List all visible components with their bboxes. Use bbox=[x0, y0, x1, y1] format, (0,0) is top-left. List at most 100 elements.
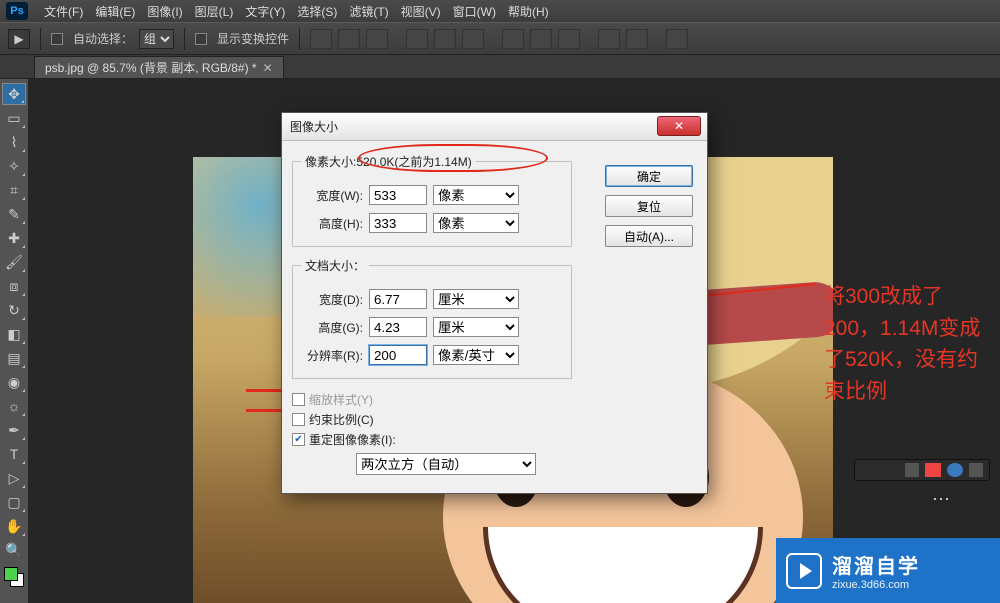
menu-select[interactable]: 选择(S) bbox=[291, 3, 343, 20]
close-tab-icon[interactable]: ✕ bbox=[263, 61, 273, 75]
gradient-tool[interactable]: ▤ bbox=[2, 347, 26, 369]
resample-checkbox[interactable] bbox=[292, 433, 305, 446]
width-px-unit[interactable]: 像素 bbox=[433, 185, 519, 205]
dock-icon[interactable] bbox=[905, 463, 919, 477]
width-doc-input[interactable] bbox=[369, 289, 427, 309]
menu-window[interactable]: 窗口(W) bbox=[447, 3, 502, 20]
ok-button[interactable]: 确定 bbox=[605, 165, 693, 187]
shape-tool[interactable]: ▢ bbox=[2, 491, 26, 513]
history-brush-tool[interactable]: ↻ bbox=[2, 299, 26, 321]
distribute-center-icon[interactable] bbox=[558, 29, 580, 49]
constrain-proportions-checkbox[interactable] bbox=[292, 413, 305, 426]
brush-tool[interactable]: 🖌 bbox=[2, 251, 26, 273]
menubar: Ps 文件(F) 编辑(E) 图像(I) 图层(L) 文字(Y) 选择(S) 滤… bbox=[0, 0, 1000, 22]
hand-tool[interactable]: ✋ bbox=[2, 515, 26, 537]
color-swatches[interactable] bbox=[4, 567, 24, 587]
pen-tool[interactable]: ✒ bbox=[2, 419, 26, 441]
ps-logo: Ps bbox=[6, 2, 28, 20]
align-right-icon[interactable] bbox=[366, 29, 388, 49]
dialog-buttons: 确定 复位 自动(A)... bbox=[605, 165, 693, 247]
align-center-h-icon[interactable] bbox=[338, 29, 360, 49]
height-doc-unit[interactable]: 厘米 bbox=[433, 317, 519, 337]
distribute-spacing-h-icon[interactable] bbox=[598, 29, 620, 49]
options-bar: ▶ 自动选择： 组 显示变换控件 bbox=[0, 22, 1000, 55]
width-px-label: 宽度(W): bbox=[301, 187, 363, 204]
auto-select-dropdown[interactable]: 组 bbox=[139, 29, 174, 49]
tab-title: psb.jpg @ 85.7% (背景 副本, RGB/8#) * bbox=[45, 59, 257, 76]
3d-mode-icon[interactable] bbox=[666, 29, 688, 49]
dock-icon-red[interactable] bbox=[925, 463, 941, 477]
dialog-titlebar[interactable]: 图像大小 ✕ bbox=[282, 113, 707, 141]
document-tabs: psb.jpg @ 85.7% (背景 副本, RGB/8#) * ✕ bbox=[0, 55, 1000, 79]
dock-icon-blue[interactable] bbox=[947, 463, 963, 477]
resolution-unit[interactable]: 像素/英寸 bbox=[433, 345, 519, 365]
height-px-input[interactable] bbox=[369, 213, 427, 233]
resolution-label: 分辨率(R): bbox=[301, 347, 363, 364]
menu-layer[interactable]: 图层(L) bbox=[189, 3, 240, 20]
arrow-icon: ▶ bbox=[14, 32, 23, 46]
width-doc-unit[interactable]: 厘米 bbox=[433, 289, 519, 309]
foreground-color-swatch[interactable] bbox=[4, 567, 18, 581]
stamp-tool[interactable]: ⧈ bbox=[2, 275, 26, 297]
annotation-circle-icon bbox=[358, 144, 548, 172]
resample-method-dropdown[interactable]: 两次立方（自动） bbox=[356, 453, 536, 475]
move-tool-icon[interactable]: ▶ bbox=[8, 29, 30, 49]
auto-button[interactable]: 自动(A)... bbox=[605, 225, 693, 247]
heal-tool[interactable]: ✚ bbox=[2, 227, 26, 249]
menu-edit[interactable]: 编辑(E) bbox=[89, 3, 141, 20]
distribute-spacing-v-icon[interactable] bbox=[626, 29, 648, 49]
menu-help[interactable]: 帮助(H) bbox=[502, 3, 555, 20]
pixel-legend-prefix: 像素大小: bbox=[305, 155, 356, 169]
zoom-tool[interactable]: 🔍 bbox=[2, 539, 26, 561]
tab-document[interactable]: psb.jpg @ 85.7% (背景 副本, RGB/8#) * ✕ bbox=[34, 56, 284, 78]
menu-filter[interactable]: 滤镜(T) bbox=[343, 3, 394, 20]
dialog-close-button[interactable]: ✕ bbox=[657, 116, 701, 136]
lasso-tool[interactable]: ⌇ bbox=[2, 131, 26, 153]
wand-tool[interactable]: ✧ bbox=[2, 155, 26, 177]
dodge-tool[interactable]: ☼ bbox=[2, 395, 26, 417]
height-px-label: 高度(H): bbox=[301, 215, 363, 232]
marquee-tool[interactable]: ▭ bbox=[2, 107, 26, 129]
reset-button[interactable]: 复位 bbox=[605, 195, 693, 217]
watermark-brand: 溜溜自学 bbox=[832, 550, 920, 579]
show-transform-label: 显示变换控件 bbox=[217, 30, 289, 47]
path-select-tool[interactable]: ▷ bbox=[2, 467, 26, 489]
separator bbox=[40, 28, 41, 50]
eyedropper-tool[interactable]: ✎ bbox=[2, 203, 26, 225]
auto-select-label: 自动选择： bbox=[73, 30, 133, 47]
menu-type[interactable]: 文字(Y) bbox=[239, 3, 291, 20]
align-bottom-icon[interactable] bbox=[462, 29, 484, 49]
resolution-input[interactable] bbox=[369, 345, 427, 365]
distribute-v-icon[interactable] bbox=[530, 29, 552, 49]
align-left-icon[interactable] bbox=[310, 29, 332, 49]
scale-styles-label: 缩放样式(Y) bbox=[309, 391, 373, 408]
crop-tool[interactable]: ⌗ bbox=[2, 179, 26, 201]
show-transform-checkbox[interactable] bbox=[195, 33, 207, 45]
watermark-url: zixue.3d66.com bbox=[832, 579, 920, 591]
eraser-tool[interactable]: ◧ bbox=[2, 323, 26, 345]
distribute-h-icon[interactable] bbox=[502, 29, 524, 49]
menu-view[interactable]: 视图(V) bbox=[395, 3, 447, 20]
dock-icon[interactable] bbox=[969, 463, 983, 477]
menu-image[interactable]: 图像(I) bbox=[141, 3, 188, 20]
height-doc-input[interactable] bbox=[369, 317, 427, 337]
move-tool[interactable]: ✥ bbox=[2, 83, 26, 105]
dialog-title: 图像大小 bbox=[290, 118, 338, 135]
auto-select-checkbox[interactable] bbox=[51, 33, 63, 45]
scale-styles-checkbox bbox=[292, 393, 305, 406]
panel-collapse-icon[interactable]: ⋯ bbox=[932, 489, 952, 510]
height-doc-label: 高度(G): bbox=[301, 319, 363, 336]
align-center-v-icon[interactable] bbox=[434, 29, 456, 49]
separator bbox=[299, 28, 300, 50]
right-dock[interactable] bbox=[854, 459, 990, 481]
menu-file[interactable]: 文件(F) bbox=[38, 3, 89, 20]
height-px-unit[interactable]: 像素 bbox=[433, 213, 519, 233]
align-top-icon[interactable] bbox=[406, 29, 428, 49]
close-icon: ✕ bbox=[674, 119, 684, 133]
width-px-input[interactable] bbox=[369, 185, 427, 205]
watermark-play-icon bbox=[786, 553, 822, 589]
type-tool[interactable]: T bbox=[2, 443, 26, 465]
document-size-legend: 文档大小： bbox=[301, 257, 369, 274]
image-mouth bbox=[483, 527, 763, 603]
blur-tool[interactable]: ◉ bbox=[2, 371, 26, 393]
